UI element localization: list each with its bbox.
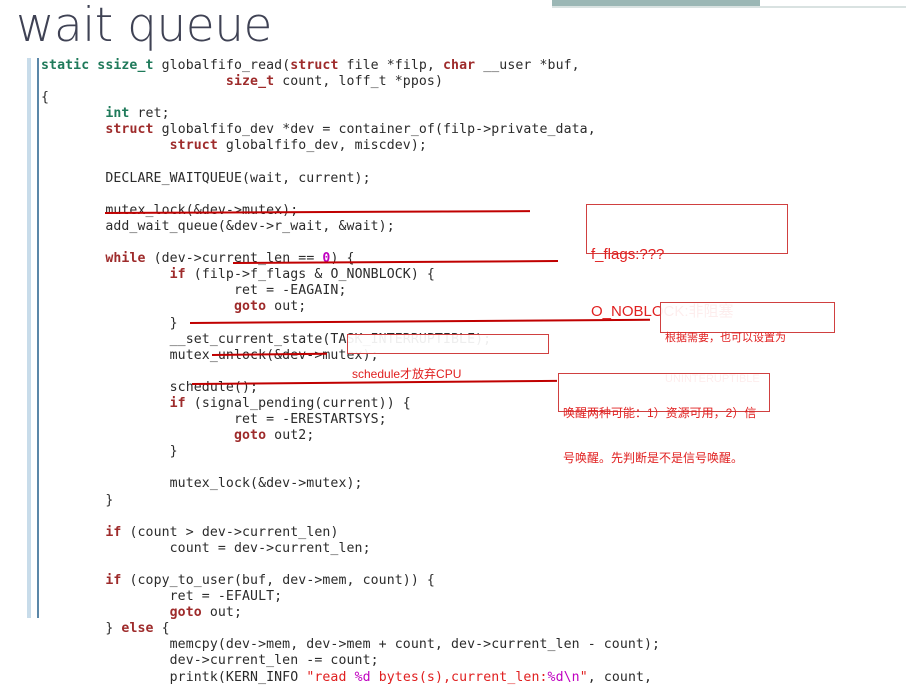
- annotation-wakeup-line-1: 唤醒两种可能：1）资源可用，2）信: [563, 406, 757, 420]
- code-listing: static ssize_t globalfifo_read(struct fi…: [41, 58, 661, 685]
- annotation-schedule-line-1: schedule才放弃CPU: [352, 367, 462, 381]
- header-rule: [552, 6, 906, 8]
- annotation-f-flags-note: f_flags:??? O_NOBLOCK:非阻塞: [586, 204, 788, 320]
- page-title: wait queue: [16, 0, 272, 53]
- code-gutter-inner-bar: [37, 58, 39, 618]
- annotation-f-flags-line-1: f_flags:???: [591, 246, 665, 263]
- annotation-uninterruptible-line-1: 根据需要，也可以设置为: [665, 332, 786, 344]
- annotation-wakeup-line-2: 号唤醒。先判断是不是信号唤醒。: [563, 451, 744, 465]
- annotation-schedule-note: schedule才放弃CPU: [347, 334, 549, 381]
- annotation-wakeup-note: 唤醒两种可能：1）资源可用，2）信 号唤醒。先判断是不是信号唤醒。: [558, 373, 770, 465]
- code-gutter-outer-bar: [27, 58, 31, 618]
- annotation-uninterruptible-note: 根据需要，也可以设置为 UNINTERUPTIBLE: [660, 302, 835, 385]
